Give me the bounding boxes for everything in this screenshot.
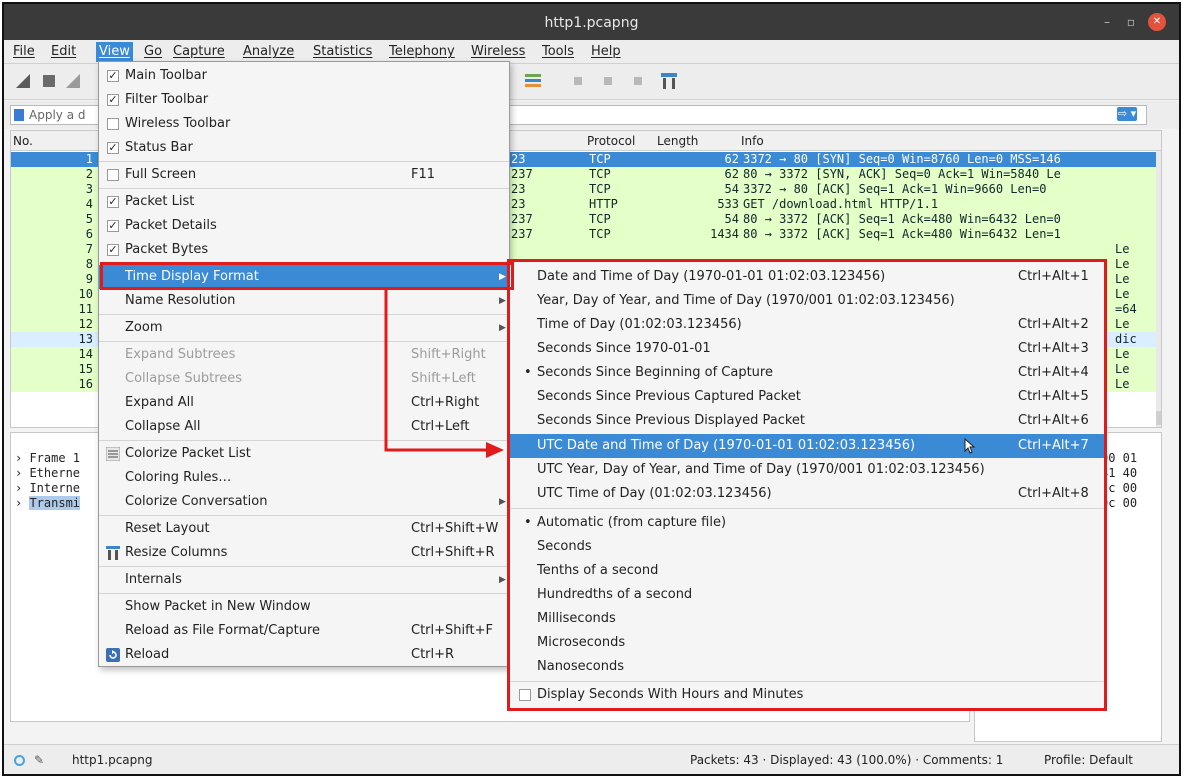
status-bar: ✎ http1.pcapng Packets: 43 · Displayed: … [4, 744, 1179, 774]
menu-item-packet-list[interactable]: ✓ Packet List [99, 190, 509, 214]
menu-item-status-bar[interactable]: ✓ Status Bar [99, 136, 509, 160]
menu-separator [99, 515, 509, 516]
checkbox-icon: ✓ [107, 219, 119, 232]
capture-status-icon[interactable] [14, 755, 25, 766]
menu-item-main-toolbar[interactable]: ✓ Main Toolbar [99, 64, 509, 88]
menu-item-reload[interactable]: Reload Ctrl+R [99, 643, 509, 667]
menu-wireless[interactable]: Wireless [468, 42, 528, 62]
checkbox-icon: ✓ [107, 141, 119, 154]
menu-item-reload-as-format[interactable]: Reload as File Format/Capture Ctrl+Shift+… [99, 619, 509, 643]
menu-separator [99, 188, 509, 189]
expand-arrow-icon[interactable]: › [15, 451, 29, 465]
detail-row-frame[interactable]: › Frame 1 [15, 451, 80, 466]
menu-separator [99, 593, 509, 594]
col-info[interactable]: Info [741, 134, 764, 148]
checkbox-icon: ✓ [107, 195, 119, 208]
checkbox-icon [107, 169, 119, 181]
checkbox-icon: ✓ [107, 243, 119, 256]
menu-item-wireless-toolbar[interactable]: Wireless Toolbar [99, 112, 509, 136]
reload-icon [106, 648, 120, 662]
menu-separator [99, 161, 509, 162]
expand-arrow-icon[interactable]: › [15, 466, 29, 480]
window-titlebar: http1.pcapng – ▫ ✕ [4, 4, 1179, 40]
submenu-arrow-icon: ▶ [499, 497, 506, 507]
checkbox-icon: ✓ [107, 93, 119, 106]
annotation-highlight-time-display-format [100, 262, 514, 290]
zoom-out-icon[interactable] [599, 72, 617, 90]
menu-capture[interactable]: Capture [170, 42, 228, 62]
menu-analyze[interactable]: Analyze [240, 42, 297, 62]
colorize-icon [106, 447, 120, 461]
submenu-arrow-icon: ▶ [499, 575, 506, 585]
bookmark-icon[interactable] [14, 109, 24, 121]
maximize-icon[interactable]: ▫ [1122, 13, 1140, 31]
menu-item-colorize-conversation[interactable]: Colorize Conversation ▶ [99, 490, 509, 514]
detail-row-transmission[interactable]: › Transmi [15, 496, 81, 511]
menu-item-filter-toolbar[interactable]: ✓ Filter Toolbar [99, 88, 509, 112]
menu-go[interactable]: Go [141, 42, 165, 62]
expand-arrow-icon[interactable]: › [15, 481, 29, 495]
detail-row-ethernet[interactable]: › Etherne [15, 466, 80, 481]
menu-file[interactable]: File [10, 42, 38, 62]
menu-item-full-screen[interactable]: Full Screen F11 [99, 163, 509, 187]
status-packets: Packets: 43 · Displayed: 43 (100.0%) · C… [690, 753, 1004, 767]
menu-item-show-packet-new-window[interactable]: Show Packet in New Window [99, 595, 509, 619]
zoom-in-icon[interactable] [569, 72, 587, 90]
menu-view[interactable]: View [96, 42, 133, 62]
status-profile[interactable]: Profile: Default [1044, 753, 1133, 767]
screenshot-frame: http1.pcapng – ▫ ✕ File Edit View Go Cap… [2, 2, 1181, 776]
zoom-normal-icon[interactable] [629, 72, 647, 90]
menu-item-packet-bytes[interactable]: ✓ Packet Bytes [99, 238, 509, 262]
packet-list-scrollbar[interactable] [1156, 151, 1161, 427]
expert-info-icon[interactable]: ✎ [34, 753, 44, 767]
menu-item-packet-details[interactable]: ✓ Packet Details [99, 214, 509, 238]
menu-edit[interactable]: Edit [48, 42, 79, 62]
resize-columns-icon[interactable] [660, 72, 678, 90]
resize-columns-icon [106, 546, 120, 560]
colorize-icon[interactable] [524, 72, 542, 90]
stop-icon[interactable] [40, 72, 58, 90]
menu-telephony[interactable]: Telephony [386, 42, 458, 62]
menu-item-reset-layout[interactable]: Reset Layout Ctrl+Shift+W [99, 517, 509, 541]
detail-row-internet[interactable]: › Interne [15, 481, 80, 496]
col-length[interactable]: Length [657, 134, 698, 148]
checkbox-icon [107, 118, 119, 130]
scrollbar-thumb[interactable] [1156, 411, 1161, 425]
restart-icon[interactable] [64, 72, 82, 90]
menu-item-internals[interactable]: Internals ▶ [99, 568, 509, 592]
close-icon[interactable]: ✕ [1148, 13, 1166, 31]
annotation-highlight-submenu [507, 259, 1107, 711]
status-file: http1.pcapng [72, 753, 153, 767]
col-no[interactable]: No. [13, 134, 33, 148]
menu-item-resize-columns[interactable]: Resize Columns Ctrl+Shift+R [99, 541, 509, 565]
apply-filter-button[interactable]: ⇨ ▾ [1117, 107, 1137, 121]
col-protocol[interactable]: Protocol [587, 134, 635, 148]
window-title: http1.pcapng [544, 15, 639, 31]
shark-fin-icon[interactable] [14, 72, 32, 90]
expand-arrow-icon[interactable]: › [15, 496, 29, 510]
annotation-arrow [384, 290, 504, 458]
minimize-icon[interactable]: – [1098, 13, 1116, 31]
filter-placeholder: Apply a d [29, 108, 86, 122]
menu-help[interactable]: Help [588, 42, 624, 62]
menu-statistics[interactable]: Statistics [310, 42, 375, 62]
menu-tools[interactable]: Tools [539, 42, 577, 62]
menu-item-coloring-rules[interactable]: Coloring Rules… [99, 466, 509, 490]
checkbox-icon: ✓ [107, 69, 119, 82]
menu-separator [99, 566, 509, 567]
